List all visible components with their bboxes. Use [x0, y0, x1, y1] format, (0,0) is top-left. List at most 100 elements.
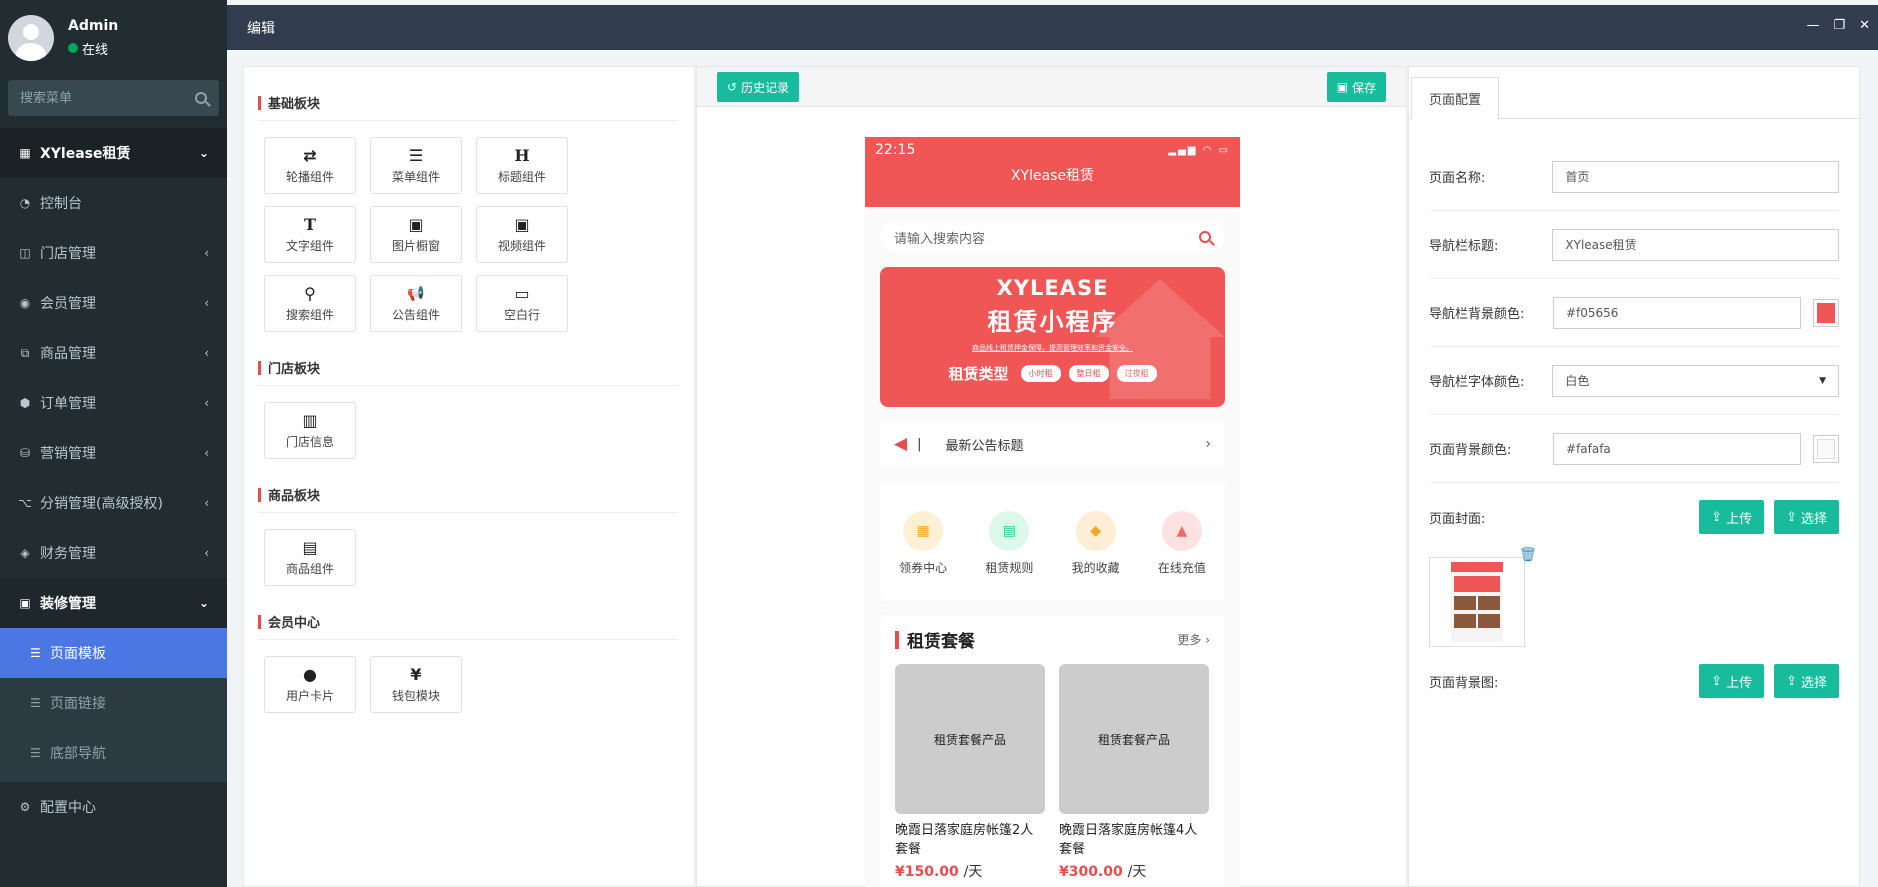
avatar[interactable] [8, 14, 54, 61]
block-heading[interactable]: H 标题组件 [476, 137, 568, 194]
chevron-down-icon: ⌄ [198, 596, 209, 610]
block-carousel[interactable]: ⇄ 轮播组件 [264, 137, 356, 194]
sidebar-item-label: 配置中心 [40, 800, 96, 816]
history-button[interactable]: ↺ 历史记录 [717, 72, 800, 102]
icon-nav-item[interactable]: ▤ 租赁规则 [985, 510, 1034, 576]
block-label: 文字组件 [285, 238, 334, 253]
icon-nav-item[interactable]: ▲ 在线充值 [1157, 510, 1206, 576]
block-search[interactable]: ⚲ 搜索组件 [264, 275, 356, 332]
cover-thumbnail[interactable] [1429, 557, 1525, 647]
package-name: 晚霞日落家庭房帐篷2人套餐 [895, 823, 1034, 857]
chevron-left-icon: ‹ [204, 346, 209, 360]
image-icon: ▣ [19, 596, 31, 610]
minimize-icon[interactable]: — [1806, 18, 1819, 33]
sidebar-item-config[interactable]: ⚙ 配置中心 [0, 782, 227, 832]
block-video[interactable]: ▣ 视频组件 [476, 206, 568, 263]
sidebar-item-distribution[interactable]: ⌥ 分销管理(高级授权) ‹ [0, 478, 227, 528]
block-wallet[interactable]: ¥ 钱包模块 [370, 656, 462, 713]
list-icon: ☰ [30, 696, 41, 710]
sidebar-item-marketing[interactable]: ⛁ 营销管理 ‹ [0, 428, 227, 478]
sitemap-icon: ⌥ [18, 496, 32, 510]
user-panel: Admin 在线 [0, 0, 227, 75]
sidebar-subitem-page-links[interactable]: ☰ 页面链接 [0, 678, 227, 728]
nav-font-select[interactable]: 白色 ▼ [1552, 364, 1839, 397]
package-card[interactable]: 租赁套餐产品 晚霞日落家庭房帐篷4人套餐 ¥300.00 /天 [1059, 664, 1209, 881]
sidebar-app-label: XYlease租赁 [40, 146, 131, 162]
sidebar-item-store[interactable]: ◫ 门店管理 ‹ [0, 228, 227, 278]
block-menu[interactable]: ☰ 菜单组件 [370, 137, 462, 194]
gear-icon: ⚙ [19, 800, 31, 814]
goods-icon: ⧉ [20, 345, 30, 360]
maximize-icon[interactable]: ❐ [1833, 18, 1845, 33]
block-goods[interactable]: ▤ 商品组件 [264, 529, 356, 586]
close-icon[interactable]: ✕ [1859, 18, 1870, 33]
sidebar-search-input[interactable] [20, 90, 170, 106]
upload-icon: ⇪ [1786, 673, 1797, 689]
config-row-bg-image: 页面背景图: ⇪ 上传 ⇪ 选择 [1429, 647, 1839, 715]
config-row-nav-font: 导航栏字体颜色: 白色 ▼ [1429, 347, 1839, 415]
sidebar-subitem-label: 页面模板 [50, 646, 106, 662]
sidebar-item-goods[interactable]: ⧉ 商品管理 ‹ [0, 328, 227, 378]
block-label: 商品组件 [285, 561, 334, 576]
block-label: 标题组件 [497, 169, 546, 184]
sidebar-item-members[interactable]: ◉ 会员管理 ‹ [0, 278, 227, 328]
nav-title-input[interactable]: XYlease租赁 [1552, 228, 1839, 261]
sidebar-item-orders[interactable]: ⬢ 订单管理 ‹ [0, 378, 227, 428]
package-more-link[interactable]: 更多 › [1177, 631, 1210, 648]
sidebar-item-dashboard[interactable]: ◔ 控制台 [0, 178, 227, 228]
phone-banner[interactable]: XYLEASE 租赁小程序 商品线上租赁押金保障，提高管理效率和资金安全。 租赁… [880, 267, 1225, 407]
preview-panel: ↺ 历史记录 ▣ 保存 22:15 ▂▄▆ ◠ ▭ XYlease租赁 请输入搜… [696, 66, 1407, 887]
page-bg-color-picker[interactable] [1813, 434, 1840, 463]
block-label: 菜单组件 [391, 169, 440, 184]
bg-choose-button[interactable]: ⇪ 选择 [1774, 664, 1839, 698]
block-text[interactable]: T 文字组件 [264, 206, 356, 263]
search-icon[interactable] [195, 92, 207, 104]
store-block-grid: ▥ 门店信息 [258, 386, 678, 459]
cover-upload-button[interactable]: ⇪ 上传 [1699, 500, 1765, 534]
caret-down-icon: ▼ [1819, 375, 1826, 386]
dashboard-icon: ◔ [19, 196, 31, 210]
config-row-cover: 页面封面: ⇪ 上传 ⇪ 选择 [1429, 483, 1839, 551]
icon-nav-item[interactable]: ▦ 领券中心 [899, 510, 947, 576]
window-controls: — ❐ ✕ [1806, 18, 1870, 33]
bg-upload-button[interactable]: ⇪ 上传 [1699, 664, 1765, 698]
trash-icon[interactable]: 🗑 [1519, 547, 1537, 563]
chevron-left-icon: ‹ [204, 546, 209, 560]
package-price-value: ¥150.00 [895, 864, 959, 880]
page-bg-input[interactable]: #fafafa [1552, 432, 1802, 465]
user-status: 在线 [68, 39, 118, 58]
page-bg-swatch [1817, 438, 1836, 459]
config-panel: 页面配置 页面名称: 首页 导航栏标题: XYlease租赁 导航栏背景颜色: … [1408, 66, 1860, 887]
sidebar-subitem-page-template[interactable]: ☰ 页面模板 [0, 628, 227, 678]
block-blank-row[interactable]: ▭ 空白行 [476, 275, 568, 332]
package-card[interactable]: 租赁套餐产品 晚霞日落家庭房帐篷2人套餐 ¥150.00 /天 [895, 664, 1045, 881]
window-icon: ▭ [514, 283, 530, 303]
icon-nav-label: 租赁规则 [985, 560, 1034, 575]
cover-choose-button[interactable]: ⇪ 选择 [1774, 500, 1839, 534]
sidebar-search [8, 80, 219, 116]
config-row-nav-title: 导航栏标题: XYlease租赁 [1429, 211, 1839, 279]
icon-nav-label: 在线充值 [1157, 560, 1206, 575]
block-label: 空白行 [503, 307, 540, 322]
page-name-input[interactable]: 首页 [1552, 160, 1839, 193]
save-button[interactable]: ▣ 保存 [1326, 72, 1386, 102]
block-user-card[interactable]: ● 用户卡片 [264, 656, 356, 713]
block-image-window[interactable]: ▣ 图片橱窗 [370, 206, 462, 263]
preview-toolbar: ↺ 历史记录 ▣ 保存 [697, 67, 1406, 107]
phone-search-bar[interactable]: 请输入搜索内容 [880, 221, 1225, 253]
icon-nav-item[interactable]: ◆ 我的收藏 [1072, 510, 1120, 576]
block-store-info[interactable]: ▥ 门店信息 [264, 402, 356, 459]
sidebar-item-decoration[interactable]: ▣ 装修管理 ⌄ [0, 578, 227, 628]
sidebar-item-finance[interactable]: ◈ 财务管理 ‹ [0, 528, 227, 578]
tab-page-config[interactable]: 页面配置 [1411, 77, 1500, 120]
phone-notice[interactable]: ◀ | 最新公告标题 › [880, 421, 1225, 467]
phone-header[interactable]: 22:15 ▂▄▆ ◠ ▭ XYlease租赁 [865, 137, 1240, 207]
nav-bg-input[interactable]: #f05656 [1552, 296, 1802, 329]
block-notice[interactable]: 📢 公告组件 [370, 275, 462, 332]
sidebar-subitem-bottom-nav[interactable]: ☰ 底部导航 [0, 728, 227, 778]
nav-bg-color-picker[interactable] [1813, 298, 1840, 327]
chevron-left-icon: ‹ [204, 446, 209, 460]
nav-bg-swatch [1817, 302, 1836, 323]
save-label: 保存 [1351, 80, 1376, 95]
sidebar-app-header[interactable]: ▦ XYlease租赁 ⌄ [0, 128, 227, 178]
